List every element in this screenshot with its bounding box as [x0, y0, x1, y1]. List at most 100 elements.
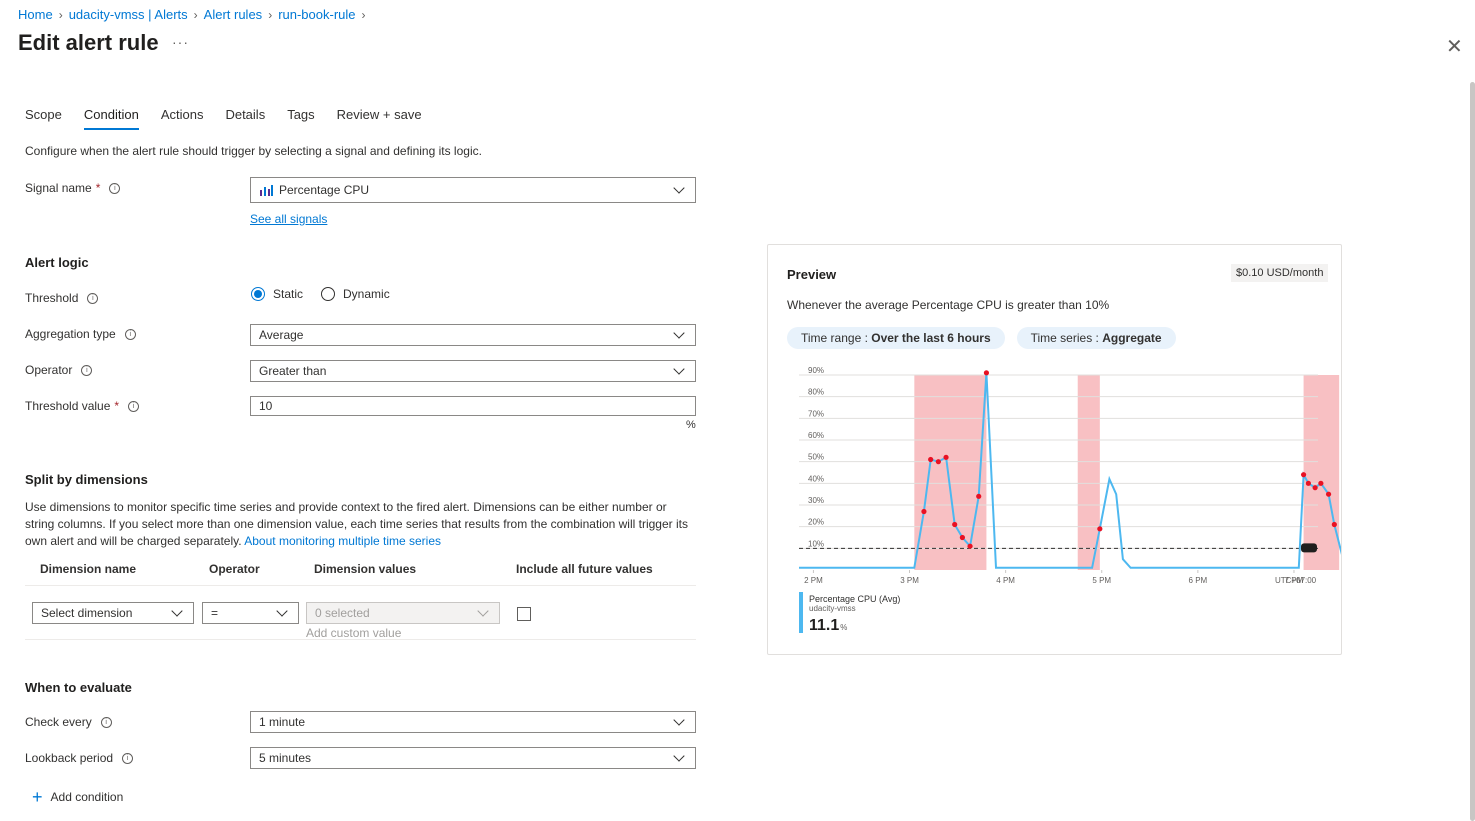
y-tick-label-7: 20%	[808, 518, 824, 527]
threshold-value-label-text: Threshold value	[25, 399, 111, 413]
info-icon[interactable]: i	[100, 716, 112, 728]
dynamic-radio[interactable]	[321, 287, 336, 301]
tab-details[interactable]: Details	[225, 107, 265, 130]
info-icon[interactable]: i	[122, 752, 134, 764]
close-icon[interactable]: ✕	[1446, 34, 1463, 59]
signal-select[interactable]: Percentage CPU	[250, 177, 696, 203]
cost-badge: $0.10 USD/month	[1231, 264, 1329, 282]
time-range-value: Over the last 6 hours	[871, 331, 991, 345]
operator-select[interactable]: Greater than	[250, 360, 696, 382]
tab-tags[interactable]: Tags	[287, 107, 314, 130]
include-future-checkbox[interactable]	[517, 607, 531, 621]
chevron-right-icon: ›	[193, 7, 198, 22]
info-icon[interactable]: i	[87, 292, 99, 304]
lookback-text: Lookback period	[25, 751, 114, 765]
lookback-label: Lookback period i	[25, 751, 134, 765]
breadcrumb-alerts[interactable]: udacity-vmss | Alerts	[69, 7, 188, 22]
add-custom-value[interactable]: Add custom value	[306, 626, 401, 640]
check-every-value: 1 minute	[259, 715, 306, 729]
data-point-29	[1305, 480, 1311, 486]
breadcrumb-rule[interactable]: run-book-rule	[278, 7, 355, 22]
y-tick-label-0: 90%	[808, 366, 824, 375]
legend-value-group: 11.1 %	[809, 617, 847, 635]
tab-bar: Scope Condition Actions Details Tags Rev…	[25, 107, 444, 130]
aggregation-select[interactable]: Average	[250, 324, 696, 346]
dimension-operator-select[interactable]: =	[202, 602, 299, 624]
col-include-future: Include all future values	[516, 562, 653, 576]
preview-chart: 90% 80% 70% 60% 50% 40% 30% 20% 10% 2 PM 3 PM 4 PM 5…	[799, 366, 1341, 585]
tab-review-save[interactable]: Review + save	[337, 107, 422, 130]
add-condition-button[interactable]: + Add condition	[32, 787, 124, 807]
col-operator: Operator	[209, 562, 260, 576]
lookback-value: 5 minutes	[259, 751, 312, 765]
time-range-label: Time range :	[801, 331, 872, 345]
chevron-down-icon	[673, 750, 685, 762]
data-point-18	[1097, 526, 1103, 532]
data-point-8	[952, 521, 958, 528]
required-marker: *	[95, 181, 101, 195]
preview-card: Preview $0.10 USD/month Whenever the ave…	[767, 244, 1342, 655]
col-dimension-values: Dimension values	[314, 562, 417, 576]
signal-select-value: Percentage CPU	[259, 183, 369, 197]
threshold-label: Threshold i	[25, 291, 99, 305]
data-point-10	[967, 543, 973, 549]
aggregation-label: Aggregation type i	[25, 327, 136, 341]
tab-scope[interactable]: Scope	[25, 107, 62, 130]
add-condition-label: Add condition	[50, 790, 124, 804]
alert-window-0	[914, 375, 987, 570]
dimension-placeholder: Select dimension	[41, 606, 133, 620]
chevron-down-icon	[673, 182, 685, 194]
aggregation-value: Average	[259, 328, 304, 342]
data-point-6	[935, 459, 941, 465]
alert-logic-heading: Alert logic	[25, 255, 89, 270]
dimension-operator-value: =	[211, 606, 219, 620]
dimension-select[interactable]: Select dimension	[32, 602, 194, 624]
check-every-text: Check every	[25, 715, 92, 729]
data-point-11	[976, 493, 982, 499]
info-icon[interactable]: i	[128, 400, 140, 412]
legend-swatch	[799, 592, 803, 633]
legend-series-name: Percentage CPU (Avg)	[809, 594, 901, 604]
evaluate-heading: When to evaluate	[25, 680, 132, 695]
check-every-select[interactable]: 1 minute	[250, 711, 696, 733]
info-icon[interactable]: i	[124, 328, 136, 340]
signal-name-text: Signal name	[25, 181, 92, 195]
x-tick-label-3: 5 PM	[1092, 576, 1111, 585]
x-tick-label-2: 4 PM	[996, 576, 1015, 585]
plus-icon: +	[32, 787, 43, 807]
dimension-values-select[interactable]: 0 selected	[306, 602, 500, 624]
breadcrumb-alert-rules[interactable]: Alert rules	[204, 7, 263, 22]
scrollbar[interactable]	[1470, 82, 1475, 821]
y-tick-label-3: 60%	[808, 431, 824, 440]
y-tick-label-1: 80%	[808, 388, 824, 397]
y-tick-label-4: 50%	[808, 453, 824, 462]
time-series-pill[interactable]: Time series : Aggregate	[1016, 327, 1176, 349]
time-series-label: Time series :	[1030, 331, 1103, 345]
aggregation-label-text: Aggregation type	[25, 327, 116, 341]
breadcrumb-home[interactable]: Home	[18, 7, 53, 22]
check-every-label: Check every i	[25, 715, 112, 729]
chevron-down-icon	[276, 605, 288, 617]
lookback-select[interactable]: 5 minutes	[250, 747, 696, 769]
time-range-pill[interactable]: Time range : Over the last 6 hours	[787, 327, 1005, 349]
see-all-signals-link[interactable]: See all signals	[250, 212, 327, 226]
static-radio[interactable]	[251, 287, 265, 301]
split-heading: Split by dimensions	[25, 472, 148, 487]
info-icon[interactable]: i	[81, 364, 93, 376]
x-tick-label-6: UTC+07:00	[1275, 576, 1317, 585]
breadcrumb: Home › udacity-vmss | Alerts › Alert rul…	[18, 7, 366, 22]
chevron-right-icon: ›	[361, 7, 366, 22]
col-dimension-name: Dimension name	[40, 562, 137, 576]
tab-condition[interactable]: Condition	[83, 107, 139, 130]
info-icon[interactable]: i	[109, 182, 121, 194]
tab-actions[interactable]: Actions	[161, 107, 204, 130]
data-point-28	[1300, 472, 1307, 478]
data-point-12	[983, 370, 990, 376]
unit-label: %	[686, 419, 696, 431]
threshold-value-input[interactable]: 10	[250, 396, 696, 416]
threshold-value-label: Threshold value * i	[25, 399, 140, 413]
preview-pills: Time range : Over the last 6 hours Time …	[787, 327, 1176, 349]
static-radio-label: Static	[273, 287, 304, 301]
more-options-icon[interactable]: ···	[172, 34, 189, 50]
about-time-series-link[interactable]: About monitoring multiple time series	[244, 534, 441, 548]
